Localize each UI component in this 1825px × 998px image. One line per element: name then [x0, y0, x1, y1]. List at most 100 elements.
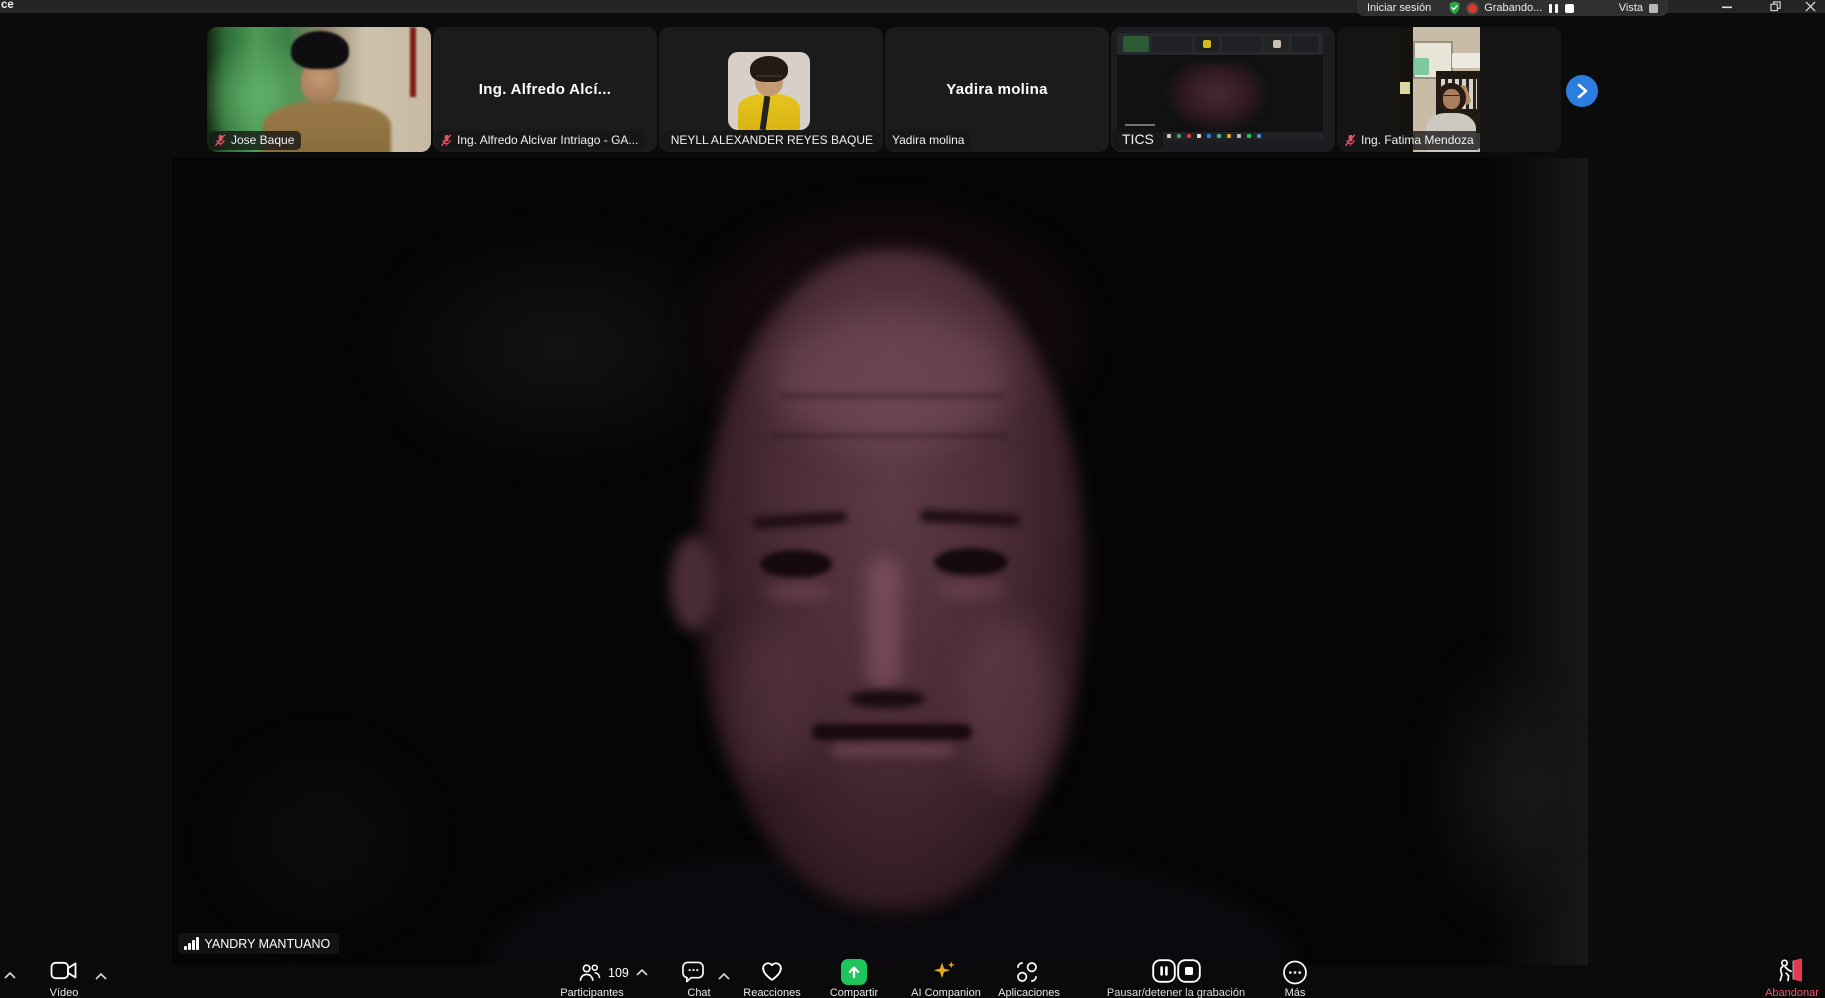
- taskbar-icon: [1257, 134, 1261, 138]
- mic-muted-icon: [1344, 134, 1357, 147]
- video-texture: [192, 718, 452, 958]
- mini-tile: [1123, 36, 1149, 52]
- participant-name: Jose Baque: [231, 133, 294, 147]
- avatar: [728, 52, 810, 130]
- active-speaker-name: YANDRY MANTUANO: [205, 937, 331, 951]
- close-icon: [1805, 1, 1816, 12]
- participant-tile-yadira[interactable]: Yadira molina Yadira molina: [885, 27, 1109, 152]
- mini-tile: [1265, 36, 1289, 52]
- participant-name-tag: Jose Baque: [209, 131, 301, 150]
- taskbar-icon: [1197, 134, 1201, 138]
- participant-tile-fatima[interactable]: Ing. Fatima Mendoza: [1337, 27, 1561, 152]
- participant-name: Yadira molina: [892, 133, 964, 147]
- minimize-button[interactable]: [1712, 0, 1742, 13]
- mini-tile: [1222, 36, 1262, 52]
- person-cap: [291, 31, 349, 69]
- apps-icon: [1015, 960, 1039, 984]
- zoom-meeting-window: ce Iniciar sesión Grabando... Vista: [0, 0, 1825, 998]
- audio-level-icon: [184, 937, 199, 950]
- taskbar-icon: [1207, 134, 1211, 138]
- minimize-icon: [1722, 2, 1732, 12]
- chat-button[interactable]: [682, 961, 705, 988]
- window-title-fragment: ce: [1, 0, 14, 11]
- active-speaker-video: YANDRY MANTUANO: [172, 158, 1588, 965]
- face-shading: [936, 580, 1006, 600]
- pause-recording-button[interactable]: [1152, 959, 1176, 988]
- recording-status-text: Grabando...: [1484, 2, 1542, 14]
- taskbar-icon: [1167, 134, 1171, 138]
- taskbar-icon: [1187, 134, 1191, 138]
- avatar-glasses: [756, 75, 782, 81]
- taskbar-icon: [1217, 134, 1221, 138]
- recording-stop-button[interactable]: [1565, 4, 1574, 13]
- chat-label: Chat: [687, 987, 710, 998]
- apps-button[interactable]: [1015, 960, 1039, 989]
- participant-name-tag: Yadira molina: [887, 131, 971, 150]
- taskbar-icon: [1237, 134, 1241, 138]
- participant-tile-alfredo[interactable]: Ing. Alfredo Alcí... Ing. Alfredo Alcíva…: [433, 27, 657, 152]
- face-shading: [772, 308, 1012, 448]
- leave-meeting-label: Abandonar: [1765, 987, 1819, 998]
- leave-meeting-button[interactable]: [1776, 957, 1804, 988]
- ai-companion-button[interactable]: [931, 959, 957, 990]
- video-button[interactable]: [51, 960, 78, 986]
- participants-icon: [578, 962, 601, 983]
- person-glasses: [1444, 95, 1459, 99]
- mini-tile: [1292, 36, 1318, 52]
- video-texture: [410, 27, 416, 97]
- chat-icon: [682, 961, 705, 983]
- share-screen-label: Compartir: [830, 987, 878, 998]
- shelf-green-item: [1414, 58, 1429, 75]
- face-shading: [760, 550, 832, 578]
- participants-button[interactable]: 109: [578, 962, 648, 983]
- pause-recording-icon: [1152, 959, 1176, 983]
- restore-icon: [1770, 1, 1781, 12]
- face-shading: [728, 628, 808, 778]
- participants-label: Participantes: [560, 987, 624, 998]
- security-shield-icon[interactable]: [1448, 1, 1461, 15]
- chevron-up-icon[interactable]: [636, 969, 648, 976]
- participant-name-tag: Ing. Fatima Mendoza: [1339, 131, 1481, 150]
- maximize-button[interactable]: [1760, 0, 1790, 13]
- reactions-button[interactable]: [760, 959, 785, 987]
- face-shading: [670, 536, 716, 631]
- audio-options-button[interactable]: [4, 966, 16, 984]
- face-shading: [848, 690, 926, 708]
- recording-pause-button[interactable]: [1549, 4, 1558, 13]
- more-button[interactable]: [1283, 960, 1308, 990]
- face-shading: [780, 394, 1005, 398]
- face-shading: [964, 618, 1059, 788]
- leave-door-icon: [1776, 957, 1804, 983]
- reactions-label: Reacciones: [743, 987, 800, 998]
- ai-companion-label: AI Companion: [911, 987, 981, 998]
- face-shading: [812, 724, 972, 740]
- next-participants-page-button[interactable]: [1566, 75, 1598, 107]
- face-shading: [764, 582, 832, 602]
- mini-tile: [1152, 36, 1192, 52]
- sign-in-button[interactable]: Iniciar sesión: [1367, 2, 1431, 14]
- taskbar-icon: [1247, 134, 1251, 138]
- participant-tile-tics[interactable]: TICS: [1111, 27, 1335, 152]
- close-button[interactable]: [1795, 0, 1825, 13]
- participant-name-tag: TICS: [1113, 128, 1163, 150]
- participant-name: NEYLL ALEXANDER REYES BAQUE: [671, 133, 873, 147]
- shared-speaker-video: [1167, 63, 1267, 131]
- active-speaker-name-tag: YANDRY MANTUANO: [178, 933, 339, 954]
- shared-name-tag: [1125, 124, 1155, 126]
- record-control-label: Pausar/detener la grabación: [1107, 987, 1245, 998]
- share-screen-icon: [841, 959, 867, 985]
- face-shading: [832, 744, 954, 757]
- video-options-button[interactable]: [95, 967, 107, 985]
- view-label: Vista: [1619, 2, 1643, 14]
- more-label: Más: [1285, 987, 1306, 998]
- mic-muted-icon: [666, 134, 667, 147]
- participant-tile-jose-baque[interactable]: Jose Baque: [207, 27, 431, 152]
- stop-recording-button[interactable]: [1177, 959, 1201, 988]
- participant-name-tag: NEYLL ALEXANDER REYES BAQUE: [661, 131, 880, 150]
- participant-tile-neyll[interactable]: NEYLL ALEXANDER REYES BAQUE: [659, 27, 883, 152]
- share-screen-button[interactable]: [841, 959, 867, 985]
- gallery-view-icon: [1649, 4, 1658, 13]
- chat-options-button[interactable]: [718, 967, 730, 985]
- ai-sparkle-icon: [931, 959, 957, 985]
- view-control[interactable]: Vista: [1619, 2, 1658, 14]
